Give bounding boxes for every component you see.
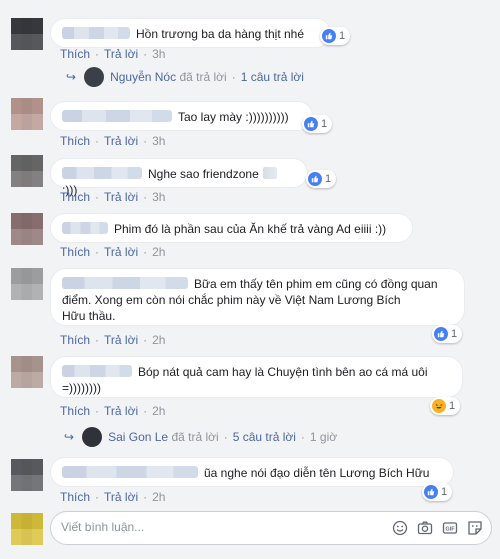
avatar[interactable] [11, 356, 43, 388]
reply-link[interactable]: Trả lời [104, 404, 138, 418]
like-link[interactable]: Thích [60, 490, 90, 504]
reaction-count[interactable]: 1 [422, 483, 453, 501]
comment-text: Phim đó là phần sau của Ăn khế trả vàng … [114, 222, 387, 236]
avatar [84, 67, 105, 87]
like-link[interactable]: Thích [60, 245, 90, 259]
avatar [82, 427, 103, 447]
like-icon [434, 327, 448, 341]
like-icon [424, 485, 438, 499]
reply-link[interactable]: Trả lời [104, 333, 138, 347]
timestamp[interactable]: 3h [152, 134, 165, 148]
like-link[interactable]: Thích [60, 134, 90, 148]
comment-text: ũa nghe nói đạo diễn tên Lương Bích Hữu [204, 466, 430, 480]
reaction-count[interactable]: 1 [430, 397, 461, 415]
like-icon [322, 29, 336, 43]
avatar[interactable] [11, 155, 43, 187]
comment-text: Bóp nát quả cam hay là Chuyện tình bên a… [138, 365, 428, 379]
timestamp[interactable]: 2h [152, 404, 165, 418]
reaction-count[interactable]: 1 [320, 27, 351, 45]
comment-actions: Thích · Trả lời · 3h [60, 134, 166, 148]
comment-composer[interactable]: GIF [50, 511, 492, 545]
comment-text: Bữa em thấy tên phim em cũng có đồng qua… [194, 277, 438, 291]
timestamp[interactable]: 2h [152, 333, 165, 347]
comment-actions: Thích · Trả lời · 2h [60, 245, 166, 259]
timestamp[interactable]: 1 giờ [310, 430, 337, 444]
composer-icons: GIF [392, 520, 483, 536]
blurred-emoji [262, 167, 277, 179]
timestamp[interactable]: 3h [152, 47, 165, 61]
comment-actions: Thích · Trả lời · 3h [60, 190, 166, 204]
blurred-author-name[interactable] [62, 27, 130, 39]
avatar[interactable] [11, 213, 43, 245]
comment-text: Nghe sao friendzone [148, 167, 259, 181]
comment-bubble: Tao lay mày :)))))))))) [50, 101, 313, 131]
gif-icon[interactable]: GIF [442, 520, 458, 536]
comment-bubble: Bữa em thấy tên phim em cũng có đồng qua… [50, 268, 465, 326]
comment-bubble: Hồn trương ba da hàng thịt nhé [50, 18, 331, 48]
comment-input[interactable] [61, 520, 361, 534]
reply-link[interactable]: Trả lời [104, 490, 138, 504]
timestamp[interactable]: 2h [152, 490, 165, 504]
like-icon [304, 117, 318, 131]
reply-summary[interactable]: ↪ Nguyễn Nóc đã trả lời · 1 câu trả lời [66, 67, 304, 87]
like-link[interactable]: Thích [60, 47, 90, 61]
like-link[interactable]: Thích [60, 190, 90, 204]
reply-author[interactable]: Sai Gon Le [108, 430, 168, 444]
avatar[interactable] [11, 268, 43, 300]
reply-arrow-icon: ↪ [66, 70, 77, 84]
comment-bubble: Phim đó là phần sau của Ăn khế trả vàng … [50, 213, 413, 243]
like-link[interactable]: Thích [60, 333, 90, 347]
reply-link[interactable]: Trả lời [104, 134, 138, 148]
timestamp[interactable]: 3h [152, 190, 165, 204]
reply-arrow-icon: ↪ [64, 430, 75, 444]
comment-text: Tao lay mày :)))))))))) [178, 110, 289, 124]
comment-actions: Thích · Trả lời · 2h [60, 490, 166, 504]
comment-actions: Thích · Trả lời · 2h [60, 333, 166, 347]
blurred-author-name[interactable] [62, 277, 188, 289]
blurred-author-name[interactable] [62, 110, 172, 122]
reply-count[interactable]: 5 câu trả lời [233, 430, 296, 444]
reaction-count[interactable]: 1 [306, 170, 337, 188]
reaction-count[interactable]: 1 [432, 325, 463, 343]
haha-icon [432, 399, 446, 413]
reaction-count[interactable]: 1 [302, 115, 333, 133]
comment-bubble: ũa nghe nói đạo diễn tên Lương Bích Hữu [50, 457, 454, 487]
reply-author[interactable]: Nguyễn Nóc [110, 70, 176, 84]
blurred-author-name[interactable] [62, 466, 198, 478]
svg-text:GIF: GIF [445, 527, 455, 533]
comment-text: =)))))))) [62, 381, 101, 395]
blurred-author-name[interactable] [62, 365, 132, 377]
camera-icon[interactable] [417, 520, 433, 536]
reply-link[interactable]: Trả lời [104, 245, 138, 259]
emoji-icon[interactable] [392, 520, 408, 536]
reply-summary[interactable]: ↪ Sai Gon Le đã trả lời · 5 câu trả lời … [64, 427, 337, 447]
avatar[interactable] [11, 459, 43, 491]
avatar[interactable] [11, 18, 43, 50]
comment-text: điểm. Xong em còn nói chắc phim này về V… [62, 293, 401, 307]
reply-count[interactable]: 1 câu trả lời [241, 70, 304, 84]
timestamp[interactable]: 2h [152, 245, 165, 259]
comment-actions: Thích · Trả lời · 2h [60, 404, 166, 418]
blurred-author-name[interactable] [62, 167, 142, 179]
reply-link[interactable]: Trả lời [104, 190, 138, 204]
like-link[interactable]: Thích [60, 404, 90, 418]
reply-link[interactable]: Trả lời [104, 47, 138, 61]
sticker-icon[interactable] [467, 520, 483, 536]
avatar[interactable] [11, 98, 43, 130]
comment-actions: Thích · Trả lời · 3h [60, 47, 166, 61]
comment-bubble: Bóp nát quả cam hay là Chuyện tình bên a… [50, 356, 463, 398]
like-icon [308, 172, 322, 186]
avatar [11, 513, 43, 545]
comment-text: Hữu thầu. [62, 309, 116, 323]
comment-text: Hồn trương ba da hàng thịt nhé [136, 27, 305, 41]
comment-bubble: Nghe sao friendzone:))) [50, 158, 308, 197]
blurred-author-name[interactable] [62, 222, 108, 234]
